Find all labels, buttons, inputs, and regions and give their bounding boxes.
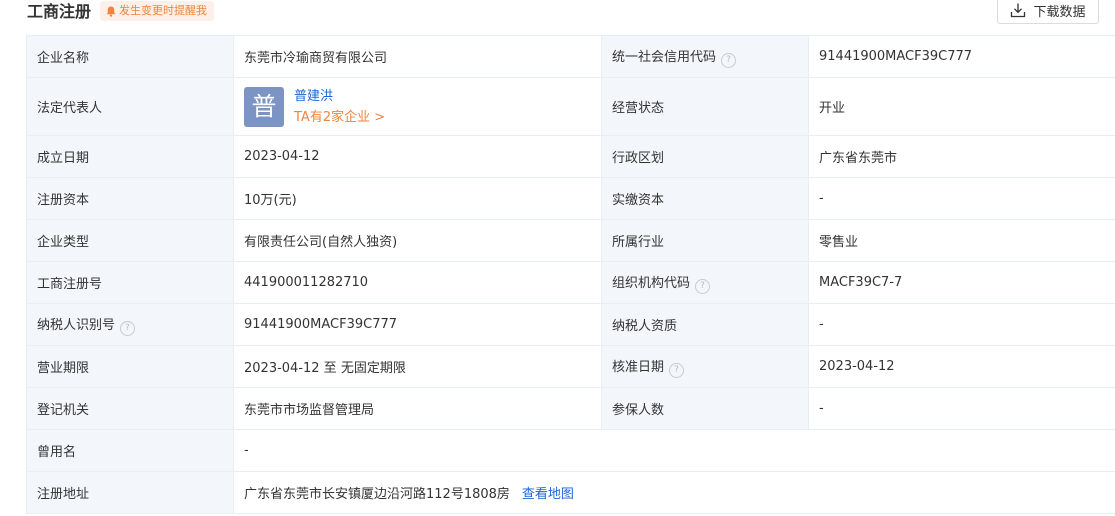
table-row: 营业期限 2023-04-12 至 无固定期限 核准日期? 2023-04-12 [26, 345, 1115, 388]
reg-capital-label: 注册资本 [26, 177, 234, 220]
legal-rep-label: 法定代表人 [26, 77, 234, 136]
established-value: 2023-04-12 [233, 135, 602, 178]
industry-value: 零售业 [808, 219, 1115, 262]
table-row: 企业类型 有限责任公司(自然人独资) 所属行业 零售业 [26, 219, 1115, 262]
taxpayer-qual-label: 纳税人资质 [601, 303, 809, 346]
former-name-value: - [233, 429, 1115, 472]
avatar[interactable]: 普 [244, 86, 284, 127]
address-cell: 广东省东莞市长安镇厦边沿河路112号1808房 查看地图 [233, 471, 1115, 514]
reg-no-value: 441900011282710 [233, 261, 602, 304]
company-type-label: 企业类型 [26, 219, 234, 262]
help-icon[interactable]: ? [721, 52, 737, 68]
address-label: 注册地址 [26, 471, 234, 514]
term-value: 2023-04-12 至 无固定期限 [233, 345, 602, 388]
taxpayer-id-label-cell: 纳税人识别号? [26, 303, 234, 346]
download-label: 下载数据 [1033, 4, 1086, 20]
former-name-label: 曾用名 [26, 429, 234, 472]
legal-rep-cell: 普 普建洪 TA有2家企业 > [233, 77, 602, 136]
org-code-label: 组织机构代码 [612, 275, 691, 291]
insured-value: - [808, 387, 1115, 430]
credit-code-label-cell: 统一社会信用代码? [601, 35, 809, 78]
legal-rep-name-link[interactable]: 普建洪 [294, 86, 385, 107]
section-header: 工商注册 发生变更时提醒我 下载数据 [0, 0, 1115, 30]
table-row: 注册资本 10万(元) 实缴资本 - [26, 177, 1115, 220]
approve-date-value: 2023-04-12 [808, 345, 1115, 388]
term-label: 营业期限 [26, 345, 234, 388]
authority-value: 东莞市市场监督管理局 [233, 387, 602, 430]
region-label: 行政区划 [601, 135, 809, 178]
reg-no-label: 工商注册号 [26, 261, 234, 304]
org-code-label-cell: 组织机构代码? [601, 261, 809, 304]
bell-icon [106, 6, 116, 17]
paid-capital-label: 实缴资本 [601, 177, 809, 220]
region-value: 广东省东莞市 [808, 135, 1115, 178]
company-name-label: 企业名称 [26, 35, 234, 78]
credit-code-label: 统一社会信用代码 [612, 49, 717, 65]
established-label: 成立日期 [26, 135, 234, 178]
table-row: 工商注册号 441900011282710 组织机构代码? MACF39C7-7 [26, 261, 1115, 304]
table-row: 企业名称 东莞市冷瑜商贸有限公司 统一社会信用代码? 91441900MACF3… [26, 35, 1115, 78]
approve-date-label: 核准日期 [612, 359, 665, 375]
help-icon[interactable]: ? [695, 278, 711, 294]
table-row: 注册地址 广东省东莞市长安镇厦边沿河路112号1808房 查看地图 [26, 471, 1115, 514]
credit-code-value: 91441900MACF39C777 [808, 35, 1115, 78]
company-name-value: 东莞市冷瑜商贸有限公司 [233, 35, 602, 78]
help-icon[interactable]: ? [669, 362, 685, 378]
download-data-button[interactable]: 下载数据 [997, 0, 1099, 24]
table-row: 曾用名 - [26, 429, 1115, 472]
table-row: 成立日期 2023-04-12 行政区划 广东省东莞市 [26, 135, 1115, 178]
help-icon[interactable]: ? [120, 320, 136, 336]
authority-label: 登记机关 [26, 387, 234, 430]
download-icon [1011, 3, 1026, 18]
taxpayer-qual-value: - [808, 303, 1115, 346]
org-code-value: MACF39C7-7 [808, 261, 1115, 304]
table-row: 纳税人识别号? 91441900MACF39C777 纳税人资质 - [26, 303, 1115, 346]
change-notify-button[interactable]: 发生变更时提醒我 [100, 1, 214, 21]
taxpayer-id-value: 91441900MACF39C777 [233, 303, 602, 346]
approve-date-label-cell: 核准日期? [601, 345, 809, 388]
table-row: 登记机关 东莞市市场监督管理局 参保人数 - [26, 387, 1115, 430]
reg-capital-value: 10万(元) [233, 177, 602, 220]
insured-label: 参保人数 [601, 387, 809, 430]
industry-label: 所属行业 [601, 219, 809, 262]
table-row: 法定代表人 普 普建洪 TA有2家企业 > 经营状态 开业 [26, 77, 1115, 136]
section-title: 工商注册 [27, 2, 92, 21]
paid-capital-value: - [808, 177, 1115, 220]
address-value: 广东省东莞市长安镇厦边沿河路112号1808房 [244, 487, 510, 502]
taxpayer-id-label: 纳税人识别号 [37, 317, 116, 333]
change-notify-label: 发生变更时提醒我 [119, 4, 207, 17]
view-map-link[interactable]: 查看地图 [522, 487, 574, 502]
status-label: 经营状态 [601, 77, 809, 136]
status-value: 开业 [808, 77, 1115, 136]
legal-rep-companies-link[interactable]: TA有2家企业 > [294, 107, 385, 128]
company-type-value: 有限责任公司(自然人独资) [233, 219, 602, 262]
business-registration-table: 企业名称 东莞市冷瑜商贸有限公司 统一社会信用代码? 91441900MACF3… [26, 35, 1115, 514]
